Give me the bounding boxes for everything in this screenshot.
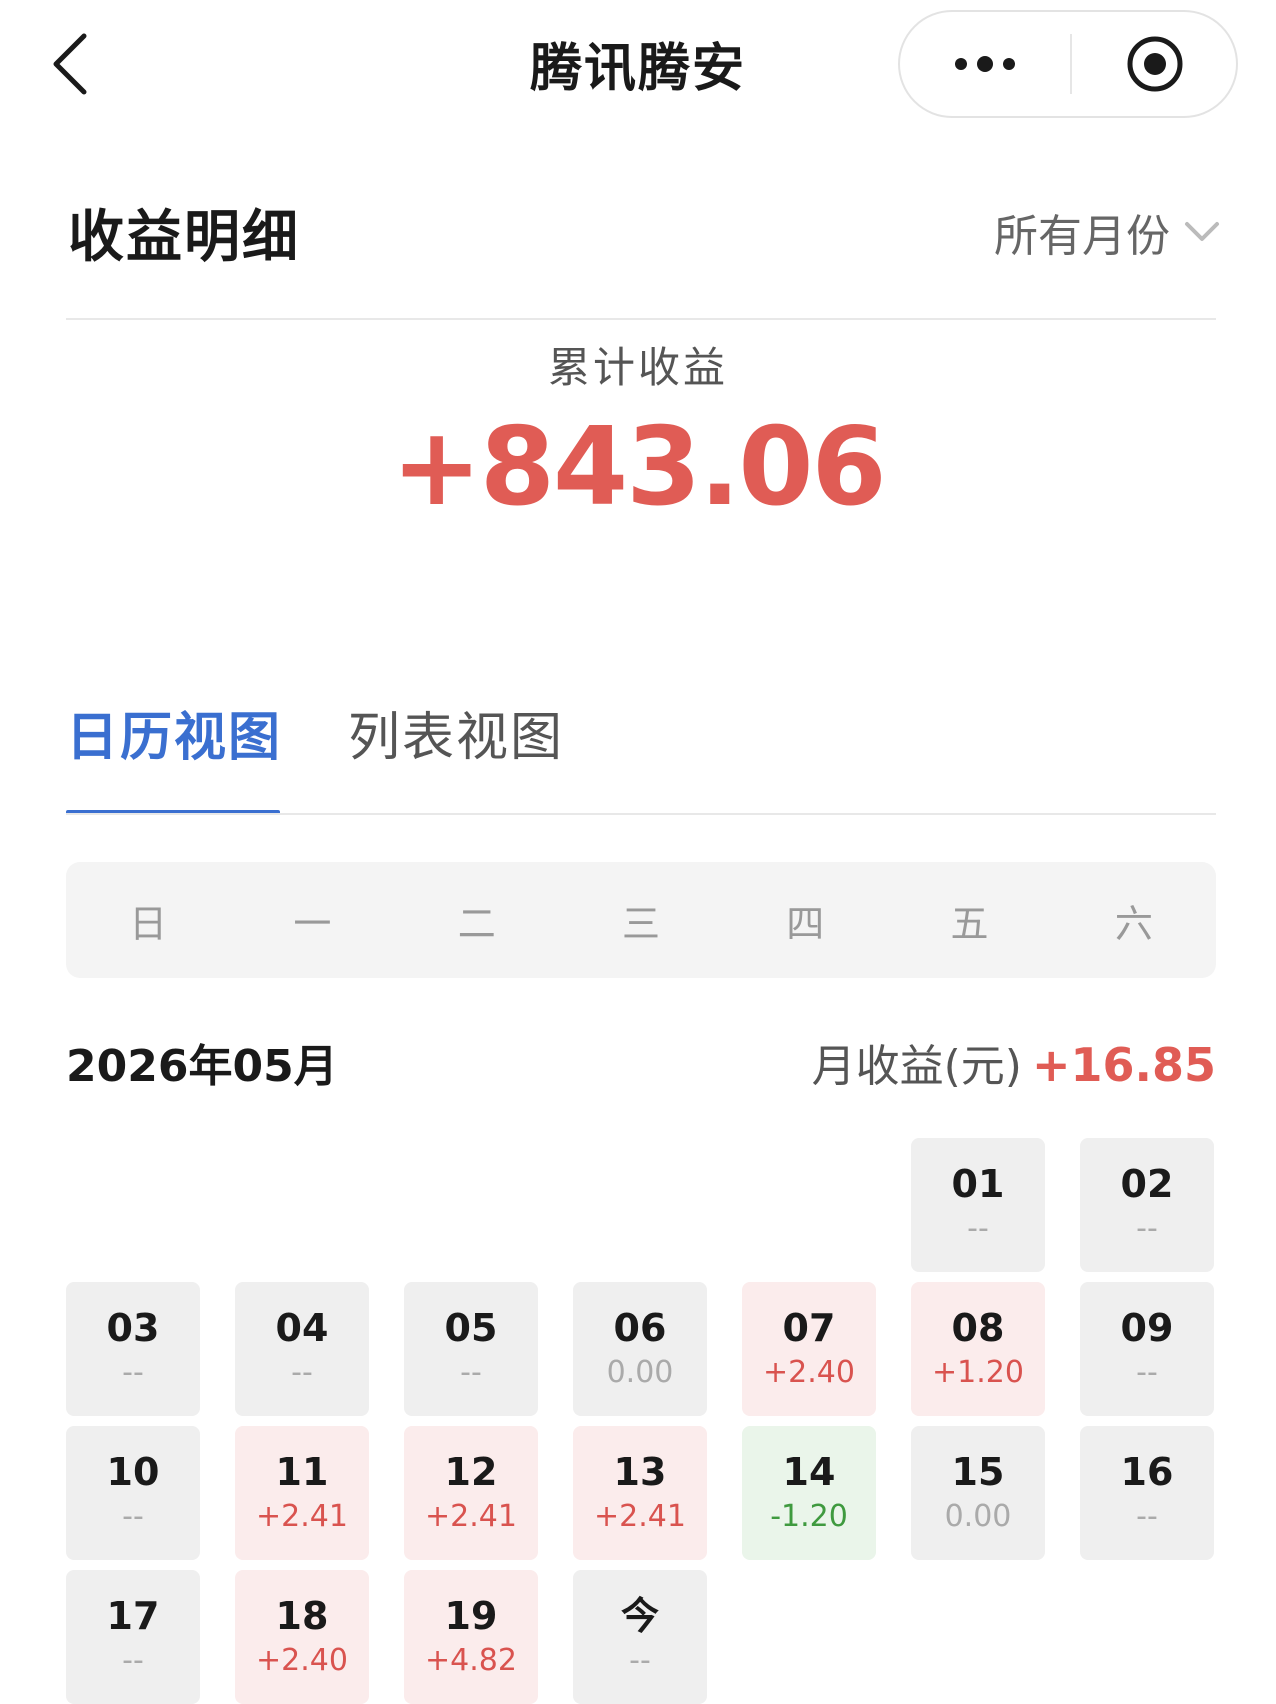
calendar-day-cell[interactable]: 07 +2.40 <box>742 1282 876 1416</box>
calendar-day-earnings: -- <box>122 1643 144 1678</box>
calendar-day-earnings: -- <box>1136 1499 1158 1534</box>
calendar-day-cell[interactable]: 14 -1.20 <box>742 1426 876 1560</box>
calendar-day-number: 12 <box>444 1450 498 1494</box>
calendar-day-cell[interactable]: 09 -- <box>1080 1282 1214 1416</box>
month-summary-label: 月收益(元) <box>811 1041 1022 1092</box>
calendar-day-number: 19 <box>444 1594 498 1638</box>
calendar-day-number: 02 <box>1120 1162 1174 1206</box>
calendar-day-cell[interactable]: 16 -- <box>1080 1426 1214 1560</box>
calendar-day-earnings: -- <box>122 1499 144 1534</box>
calendar-day-earnings: +4.82 <box>425 1643 517 1678</box>
calendar-day-earnings: -- <box>1136 1211 1158 1246</box>
calendar-day-earnings: -- <box>1136 1355 1158 1390</box>
weekday-wed: 三 <box>621 901 660 946</box>
header-divider <box>66 318 1216 320</box>
weekday-mon: 一 <box>293 901 332 946</box>
weekday-fri: 五 <box>950 901 989 946</box>
calendar-day-cell[interactable]: 06 0.00 <box>573 1282 707 1416</box>
close-miniprogram-button[interactable] <box>1072 12 1238 116</box>
calendar-day-earnings: +2.40 <box>256 1643 348 1678</box>
month-filter-dropdown[interactable]: 所有月份 <box>994 200 1220 264</box>
calendar-day-number: 04 <box>275 1306 329 1350</box>
calendar-day-cell[interactable]: 05 -- <box>404 1282 538 1416</box>
view-tabs: 日历视图 列表视图 <box>66 695 564 770</box>
month-summary-value: +16.85 <box>1031 1038 1216 1092</box>
calendar-day-cell[interactable]: 13 +2.41 <box>573 1426 707 1560</box>
calendar-day-earnings: -- <box>122 1355 144 1390</box>
chevron-down-icon <box>1185 222 1219 241</box>
more-dots-icon <box>955 56 1015 72</box>
calendar-day-number: 14 <box>782 1450 836 1494</box>
calendar-day-number: 06 <box>613 1306 667 1350</box>
calendar-day-cell[interactable]: 12 +2.41 <box>404 1426 538 1560</box>
weekday-header: 日 一 二 三 四 五 六 <box>66 862 1216 978</box>
calendar-day-cell[interactable]: 11 +2.41 <box>235 1426 369 1560</box>
calendar-day-earnings: 0.00 <box>606 1355 674 1390</box>
calendar-day-number: 03 <box>106 1306 160 1350</box>
calendar-day-earnings: +2.40 <box>763 1355 855 1390</box>
calendar-day-cell[interactable]: 10 -- <box>66 1426 200 1560</box>
calendar-day-number: 13 <box>613 1450 667 1494</box>
calendar-day-earnings: +2.41 <box>594 1499 686 1534</box>
calendar-day-cell[interactable]: 19 +4.82 <box>404 1570 538 1704</box>
calendar-day-number: 17 <box>106 1594 160 1638</box>
calendar-day-cell[interactable]: 04 -- <box>235 1282 369 1416</box>
target-icon <box>1127 36 1183 92</box>
calendar-day-number: 10 <box>106 1450 160 1494</box>
calendar-day-earnings: +2.41 <box>256 1499 348 1534</box>
calendar-day-earnings: -- <box>291 1355 313 1390</box>
calendar-day-number: 18 <box>275 1594 329 1638</box>
calendar-day-earnings: -- <box>967 1211 989 1246</box>
calendar-day-earnings: 0.00 <box>944 1499 1012 1534</box>
calendar-day-number: 15 <box>951 1450 1005 1494</box>
calendar-day-cell[interactable]: 01 -- <box>911 1138 1045 1272</box>
tab-list-view[interactable]: 列表视图 <box>348 695 564 770</box>
calendar-day-cell[interactable]: 18 +2.40 <box>235 1570 369 1704</box>
total-earnings-label: 累计收益 <box>547 343 728 392</box>
miniprogram-capsule <box>898 10 1238 118</box>
weekday-sat: 六 <box>1114 901 1153 946</box>
calendar-day-number: 07 <box>782 1306 836 1350</box>
month-summary: 月收益(元) +16.85 <box>812 1030 1216 1094</box>
tabs-divider <box>66 813 1216 815</box>
calendar-day-number: 16 <box>1120 1450 1174 1494</box>
tab-calendar-view[interactable]: 日历视图 <box>66 695 282 770</box>
month-filter-label: 所有月份 <box>994 211 1170 262</box>
calendar-day-earnings: +2.41 <box>425 1499 517 1534</box>
calendar-day-cell[interactable]: 17 -- <box>66 1570 200 1704</box>
calendar-day-number: 今 <box>620 1594 659 1638</box>
calendar-day-number: 09 <box>1120 1306 1174 1350</box>
calendar-day-earnings: -- <box>460 1355 482 1390</box>
weekday-tue: 二 <box>457 901 496 946</box>
calendar-day-cell[interactable]: 今 -- <box>573 1570 707 1704</box>
weekday-thu: 四 <box>786 901 825 946</box>
calendar-day-cell[interactable]: 02 -- <box>1080 1138 1214 1272</box>
nav-bar: 腾讯腾安 <box>0 0 1276 130</box>
calendar-day-earnings: -1.20 <box>770 1499 848 1534</box>
calendar-day-number: 05 <box>444 1306 498 1350</box>
month-label: 2026年05月 <box>66 1041 338 1092</box>
calendar-day-earnings: +1.20 <box>932 1355 1024 1390</box>
calendar-day-number: 11 <box>275 1450 329 1494</box>
calendar-day-cell[interactable]: 03 -- <box>66 1282 200 1416</box>
total-earnings-value: +843.06 <box>391 405 886 530</box>
calendar-day-number: 01 <box>951 1162 1005 1206</box>
more-button[interactable] <box>900 12 1070 116</box>
calendar-day-cell[interactable]: 08 +1.20 <box>911 1282 1045 1416</box>
calendar-day-number: 08 <box>951 1306 1005 1350</box>
calendar-day-earnings: -- <box>629 1643 651 1678</box>
weekday-sun: 日 <box>129 901 168 946</box>
page-title: 收益明细 <box>68 205 300 270</box>
calendar-day-cell[interactable]: 15 0.00 <box>911 1426 1045 1560</box>
